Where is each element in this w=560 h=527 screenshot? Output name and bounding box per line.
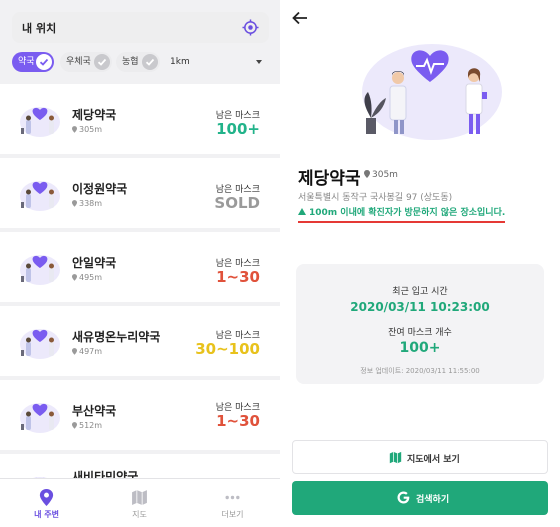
- pharmacy-card[interactable]: 안일약국 495m 남은 마스크 1~30: [0, 232, 280, 302]
- pharmacy-address: 서울특별시 동작구 국사봉길 97 (상도동): [298, 193, 453, 203]
- search-button[interactable]: 검색하기: [292, 481, 548, 515]
- pharmacy-distance: 495m: [72, 273, 102, 282]
- nav-map[interactable]: 지도: [93, 479, 186, 527]
- pharmacy-illustration-icon: [20, 403, 60, 433]
- filter-bar: 약국 우체국 농협 1km: [12, 52, 272, 72]
- more-icon: [225, 495, 240, 500]
- location-pin-icon: [72, 422, 77, 429]
- location-pin-icon: [72, 200, 77, 207]
- location-label: 내 위치: [22, 22, 57, 35]
- filter-chip-pharmacy[interactable]: 약국: [12, 52, 54, 72]
- safety-notice: 100m 이내에 확진자가 방문하지 않은 장소입니다.: [298, 205, 506, 223]
- pharmacy-card[interactable]: 새유명온누리약국 497m 남은 마스크 30~100: [0, 306, 280, 376]
- pharmacy-card[interactable]: 부산약국 512m 남은 마스크 1~30: [0, 380, 280, 450]
- pharmacy-distance-value: 305m: [372, 170, 398, 180]
- check-icon: [36, 54, 52, 70]
- mask-stock-value: 100+: [216, 120, 260, 138]
- check-icon: [94, 54, 110, 70]
- pharmacy-distance: 497m: [72, 347, 102, 356]
- pharmacy-illustration-icon: [20, 329, 60, 359]
- app-screens: 내 위치 약국 우체국 농협 1km 제당약국 305m 남은 마스크 100+…: [0, 0, 560, 527]
- distance-value: 1km: [170, 57, 190, 67]
- safety-notice-text: 100m 이내에 확진자가 방문하지 않은 장소입니다.: [309, 208, 506, 218]
- back-arrow-icon[interactable]: [292, 11, 308, 25]
- pharmacy-name: 부산약국: [72, 404, 117, 418]
- location-pin-icon: [72, 274, 77, 281]
- map-icon: [389, 451, 402, 464]
- pharmacy-illustration-icon: [20, 181, 60, 211]
- pharmacy-illustration-icon: [20, 255, 60, 285]
- nav-nearby[interactable]: 내 주변: [0, 479, 93, 527]
- location-pin-icon: [364, 170, 370, 178]
- pharmacy-name: 제당약국: [72, 108, 117, 122]
- map-icon: [132, 490, 147, 505]
- filter-chip-label: 우체국: [66, 57, 91, 67]
- chevron-down-icon: [256, 60, 262, 64]
- mask-stock-value: 1~30: [216, 268, 260, 286]
- pharmacy-distance: 338m: [72, 199, 102, 208]
- google-icon: [397, 491, 410, 504]
- pharmacy-distance-value: 305m: [79, 125, 103, 134]
- pharmacy-name: 새유명온누리약국: [72, 330, 161, 344]
- filter-chip-label: 농협: [122, 57, 139, 67]
- nearby-list-screen: 내 위치 약국 우체국 농협 1km 제당약국 305m 남은 마스크 100+…: [0, 0, 280, 527]
- remaining-label: 잔여 마스크 개수: [388, 328, 452, 338]
- pharmacy-card[interactable]: 제당약국 305m 남은 마스크 100+: [0, 84, 280, 154]
- pharmacy-distance: 305m: [72, 125, 102, 134]
- remaining-value: 100+: [399, 340, 441, 356]
- stock-time-label: 최근 입고 시간: [392, 287, 448, 297]
- pharmacists-illustration-icon: [362, 44, 502, 140]
- update-time: 정보 업데이트: 2020/03/11 11:55:00: [360, 367, 480, 375]
- view-on-map-button[interactable]: 지도에서 보기: [292, 440, 548, 474]
- pharmacy-distance: 512m: [72, 421, 102, 430]
- pharmacy-distance-value: 497m: [79, 347, 103, 356]
- location-pin-icon: [72, 348, 77, 355]
- stock-info-card: 최근 입고 시간 2020/03/11 10:23:00 잔여 마스크 개수 1…: [296, 264, 544, 384]
- filter-chip-post-office[interactable]: 우체국: [60, 52, 112, 72]
- filter-chip-nonghyup[interactable]: 농협: [116, 52, 160, 72]
- view-on-map-label: 지도에서 보기: [407, 455, 460, 465]
- pharmacy-illustration-icon: [20, 107, 60, 137]
- pharmacy-card[interactable]: 이정원약국 338m 남은 마스크 SOLD: [0, 158, 280, 228]
- stock-time-value: 2020/03/11 10:23:00: [350, 300, 490, 314]
- bottom-nav: 내 주변 지도 더보기: [0, 478, 280, 527]
- pharmacy-distance-value: 338m: [79, 199, 103, 208]
- nav-label: 내 주변: [34, 510, 59, 519]
- nav-label: 더보기: [221, 510, 244, 519]
- warning-icon: [298, 208, 306, 215]
- pharmacy-distance-value: 512m: [79, 421, 103, 430]
- mask-stock-value: 1~30: [216, 412, 260, 430]
- pharmacy-distance-value: 495m: [79, 273, 103, 282]
- pharmacy-detail-screen: 제당약국 305m 서울특별시 동작구 국사봉길 97 (상도동) 100m 이…: [280, 0, 560, 527]
- filter-chip-label: 약국: [18, 57, 35, 67]
- pharmacy-title: 제당약국: [298, 169, 361, 189]
- distance-select[interactable]: 1km: [170, 52, 270, 72]
- pharmacy-name: 이정원약국: [72, 182, 128, 196]
- location-search-bar[interactable]: 내 위치: [12, 12, 269, 43]
- location-pin-icon: [39, 489, 54, 506]
- nav-label: 지도: [132, 510, 147, 519]
- check-icon: [142, 54, 158, 70]
- nav-more[interactable]: 더보기: [186, 479, 279, 527]
- location-pin-icon: [72, 126, 77, 133]
- search-label: 검색하기: [416, 495, 450, 505]
- pharmacy-distance: 305m: [364, 170, 398, 180]
- pharmacy-name: 안일약국: [72, 256, 117, 270]
- mask-stock-value: 30~100: [195, 340, 260, 358]
- my-location-icon[interactable]: [242, 19, 259, 36]
- mask-stock-value: SOLD: [214, 194, 260, 212]
